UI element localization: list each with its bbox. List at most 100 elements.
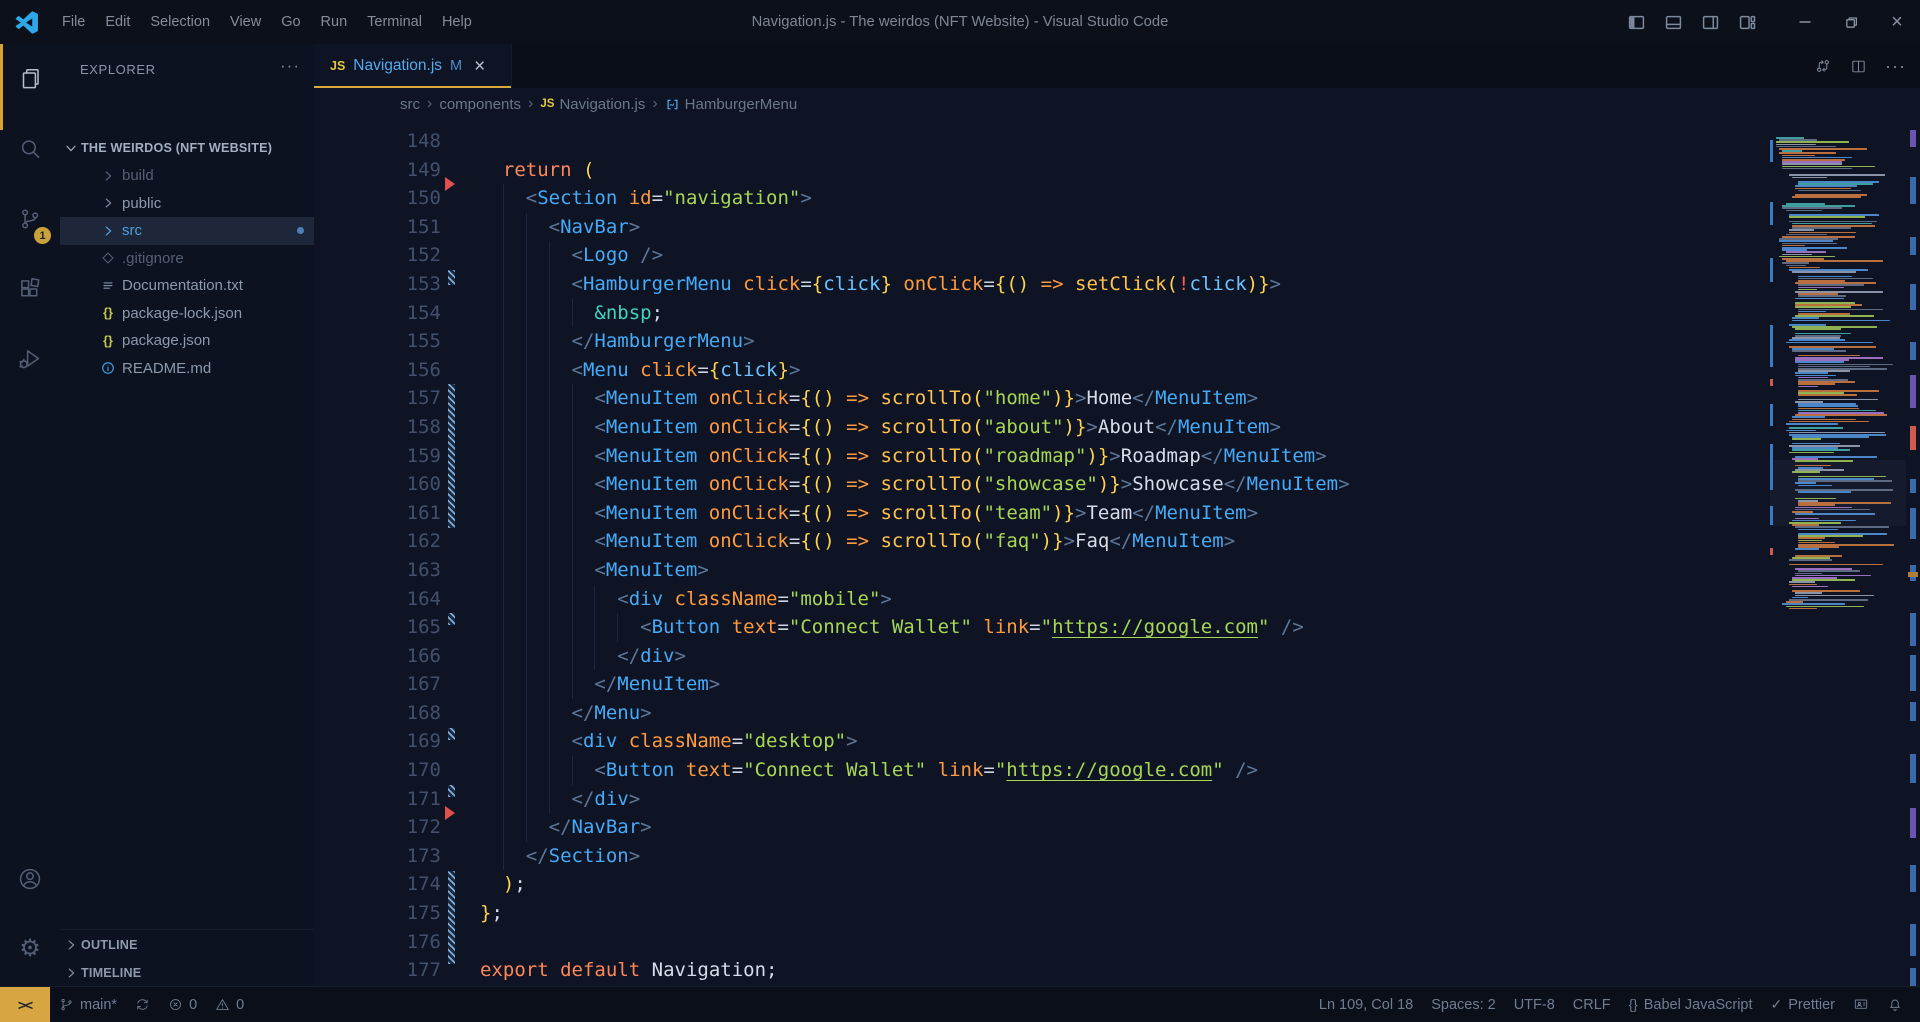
status-errors[interactable]: 0 — [159, 987, 206, 1022]
indent-guide — [572, 470, 573, 499]
token: ; — [514, 873, 525, 895]
token: Section — [549, 845, 629, 867]
tree-item-src[interactable]: src — [60, 217, 314, 245]
explorer-more-actions-icon[interactable]: ··· — [280, 56, 300, 76]
breadcrumb-components[interactable]: components — [439, 96, 521, 113]
indent-guide — [526, 613, 527, 642]
tree-item-documentation-txt[interactable]: Documentation.txt — [60, 272, 314, 300]
indent-guide — [594, 642, 595, 671]
breadcrumb-navigation-js[interactable]: JSNavigation.js — [540, 96, 645, 113]
tab-navigation-js[interactable]: JS Navigation.js M × — [314, 44, 512, 88]
breadcrumb-src[interactable]: src — [400, 96, 420, 113]
error-icon — [168, 997, 183, 1012]
layout-sidebar-left-icon[interactable] — [1628, 14, 1645, 31]
close-tab-icon[interactable]: × — [474, 57, 485, 76]
activity-files-icon[interactable] — [0, 44, 60, 114]
token — [629, 244, 640, 266]
minimap-line — [1782, 603, 1845, 605]
minimap-git-marker — [1770, 506, 1773, 525]
menu-edit[interactable]: Edit — [95, 0, 140, 44]
status-git-branch[interactable]: main* — [50, 987, 126, 1022]
token: } — [1064, 387, 1075, 409]
menu-help[interactable]: Help — [432, 0, 482, 44]
token: { — [995, 273, 1006, 295]
indent-guide — [549, 556, 550, 585]
status-line-col[interactable]: Ln 109, Col 18 — [1310, 987, 1422, 1022]
file-label: package-lock.json — [122, 305, 242, 322]
more-actions-icon[interactable]: ··· — [1885, 56, 1906, 77]
split-editor-icon[interactable] — [1850, 58, 1867, 75]
tree-item-package-lock-json[interactable]: {}package-lock.json — [60, 300, 314, 328]
chevron-right-icon — [100, 224, 116, 238]
activity-account-icon[interactable] — [0, 844, 60, 914]
status-sync[interactable] — [126, 987, 159, 1022]
token: < — [572, 730, 583, 752]
code-line: return ( — [480, 156, 1350, 185]
code-line: <NavBar> — [480, 213, 1350, 242]
section-outline[interactable]: OUTLINE — [60, 930, 314, 958]
close-button[interactable]: × — [1874, 0, 1920, 44]
tree-item-package-json[interactable]: {}package.json — [60, 327, 314, 355]
activity-gear-icon[interactable]: ⚙ — [0, 914, 60, 984]
menu-terminal[interactable]: Terminal — [357, 0, 432, 44]
token: < — [572, 359, 583, 381]
status-indentation[interactable]: Spaces: 2 — [1422, 987, 1505, 1022]
status-language[interactable]: {}Babel JavaScript — [1620, 987, 1762, 1022]
token: > — [800, 187, 811, 209]
status-eol[interactable]: CRLF — [1564, 987, 1620, 1022]
menu-go[interactable]: Go — [271, 0, 310, 44]
section-label: TIMELINE — [81, 966, 141, 980]
tree-item--gitignore[interactable]: .gitignore — [60, 245, 314, 273]
breadcrumb-label: components — [439, 96, 521, 113]
token: > — [1086, 416, 1097, 438]
activity-source-control-icon[interactable]: 1 — [0, 184, 60, 254]
token: > — [709, 673, 720, 695]
minimap-line — [1789, 427, 1844, 429]
tree-item-public[interactable]: public — [60, 190, 314, 218]
tree-item-build[interactable]: build — [60, 162, 314, 190]
git-modified-decoration — [448, 871, 455, 964]
activity-extensions-icon[interactable] — [0, 254, 60, 324]
layout-custom-icon[interactable] — [1739, 14, 1756, 31]
overview-ruler[interactable] — [1906, 120, 1920, 986]
minimize-button[interactable] — [1782, 0, 1828, 44]
layout-panel-icon[interactable] — [1665, 14, 1682, 31]
minimap[interactable] — [1770, 120, 1906, 986]
status-notifications[interactable] — [1878, 987, 1912, 1022]
status-remote[interactable]: >< — [0, 987, 50, 1022]
status-formatter[interactable]: ✓Prettier — [1762, 987, 1844, 1022]
code-editor[interactable]: 1481491501511521531541551561571581591601… — [314, 120, 1920, 986]
token — [835, 502, 846, 524]
menu-file[interactable]: File — [52, 0, 95, 44]
menu-selection[interactable]: Selection — [140, 0, 220, 44]
menu-run[interactable]: Run — [311, 0, 358, 44]
token: </ — [572, 330, 595, 352]
activity-run-debug-icon[interactable] — [0, 324, 60, 394]
minimap-line — [1798, 386, 1818, 388]
status-feedback[interactable] — [1844, 987, 1878, 1022]
section-timeline[interactable]: TIMELINE — [60, 958, 314, 986]
workspace-section-header[interactable]: THE WEIRDOS (NFT WEBSITE) — [60, 134, 314, 162]
overview-ruler-mark — [1910, 924, 1916, 956]
status-encoding[interactable]: UTF-8 — [1505, 987, 1564, 1022]
workspace-name: THE WEIRDOS (NFT WEBSITE) — [81, 141, 272, 155]
token: onClick — [709, 530, 789, 552]
restore-button[interactable] — [1828, 0, 1874, 44]
layout-sidebar-right-icon[interactable] — [1702, 14, 1719, 31]
minimap-line — [1792, 419, 1856, 421]
status-warnings[interactable]: 0 — [206, 987, 253, 1022]
code-line: </HamburgerMenu> — [480, 327, 1350, 356]
indent-guide — [549, 527, 550, 556]
indent-guide — [526, 556, 527, 585]
token: &nbsp — [594, 302, 651, 324]
token: > — [1064, 530, 1075, 552]
menu-view[interactable]: View — [220, 0, 271, 44]
token: } — [1052, 530, 1063, 552]
tree-item-readme-md[interactable]: README.md — [60, 355, 314, 383]
token: MenuItem — [606, 473, 698, 495]
breadcrumb-hamburgermenu[interactable]: HamburgerMenu — [665, 96, 798, 113]
token: > — [1224, 530, 1235, 552]
activity-search-icon[interactable] — [0, 114, 60, 184]
line-number: 172 — [314, 813, 441, 842]
open-changes-icon[interactable] — [1814, 57, 1832, 75]
